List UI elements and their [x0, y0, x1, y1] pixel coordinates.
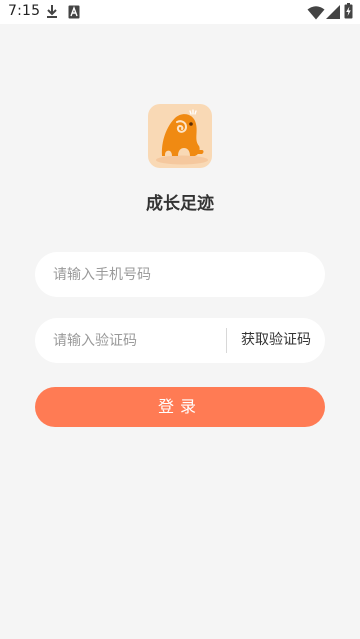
elephant-logo-icon [156, 109, 208, 165]
battery-charging-icon [344, 3, 353, 23]
login-button[interactable]: 登录 [35, 387, 325, 427]
wifi-icon [307, 5, 325, 24]
a-box-icon [68, 4, 80, 23]
phone-field [35, 252, 325, 297]
phone-input[interactable] [53, 252, 313, 297]
app-name: 成长足迹 [146, 194, 214, 214]
app-logo [148, 104, 212, 168]
download-icon [46, 4, 58, 23]
signal-icon [326, 4, 340, 23]
status-bar: 7:15 [0, 0, 360, 24]
verification-code-input[interactable] [53, 318, 218, 363]
get-code-button[interactable]: 获取验证码 [227, 318, 325, 363]
code-field: 获取验证码 [35, 318, 325, 363]
status-time: 7:15 [8, 3, 41, 19]
